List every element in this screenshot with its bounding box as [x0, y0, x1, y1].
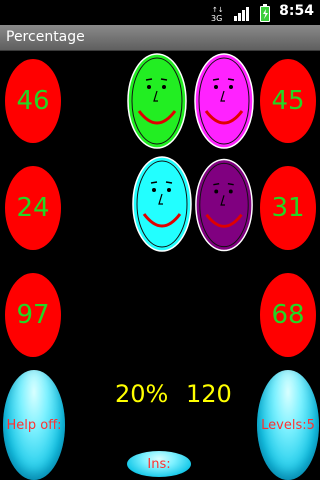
status-time: 8:54: [279, 3, 314, 19]
number-oval-right-2[interactable]: 31: [260, 166, 316, 250]
svg-text:↑↓: ↑↓: [212, 6, 224, 14]
magenta-face[interactable]: [192, 51, 256, 151]
number-oval-right-1[interactable]: 45: [260, 59, 316, 143]
number-oval-left-3[interactable]: 97: [5, 273, 61, 357]
green-face[interactable]: [125, 51, 189, 151]
status-icons: ↑↓ 3G: [208, 3, 278, 27]
app-title: Percentage: [6, 29, 85, 45]
help-toggle-label: Help off:: [6, 417, 62, 433]
number-oval-left-2[interactable]: 24: [5, 166, 61, 250]
title-bar: Percentage: [0, 25, 320, 51]
network-type-label: 3G: [211, 14, 222, 23]
network-type-icon: ↑↓ 3G: [211, 6, 224, 23]
status-bar: ↑↓ 3G 8:54: [0, 0, 320, 25]
battery-icon: [260, 4, 270, 22]
number-oval-left-1[interactable]: 46: [5, 59, 61, 143]
levels-button[interactable]: Levels:5: [257, 370, 319, 480]
levels-label: Levels:5: [261, 417, 315, 433]
score-display: 120: [186, 380, 232, 408]
help-toggle-button[interactable]: Help off:: [3, 370, 65, 480]
instructions-label: Ins:: [147, 456, 171, 472]
instructions-button[interactable]: Ins:: [127, 451, 191, 477]
cyan-face[interactable]: [130, 154, 194, 254]
number-oval-right-3[interactable]: 68: [260, 273, 316, 357]
percent-display: 20%: [115, 380, 169, 408]
purple-face[interactable]: [193, 156, 255, 254]
signal-strength-icon: [234, 7, 249, 21]
